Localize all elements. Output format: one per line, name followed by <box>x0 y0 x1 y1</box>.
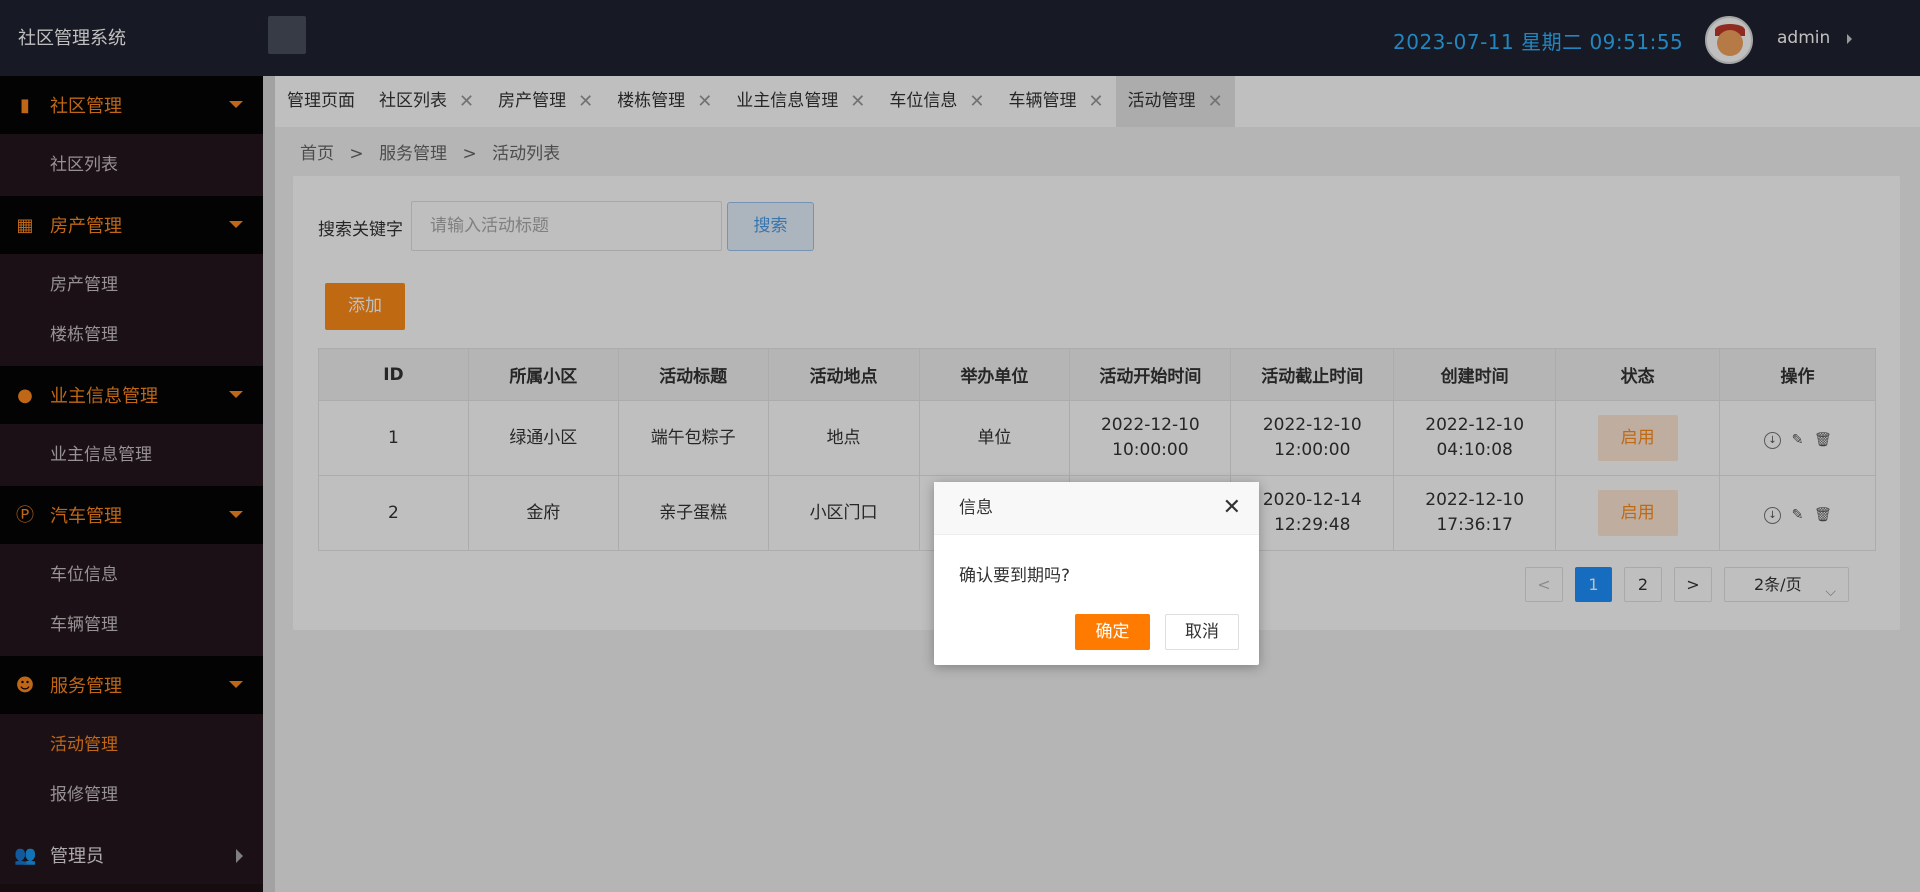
modal-overlay[interactable] <box>0 0 1920 892</box>
dialog-message: 确认要到期吗? <box>959 566 1071 586</box>
close-icon[interactable]: ✕ <box>1223 496 1241 520</box>
confirm-dialog: 信息 ✕ 确认要到期吗? 确定 取消 <box>934 482 1259 665</box>
dialog-header: 信息 ✕ <box>934 482 1259 535</box>
cancel-button[interactable]: 取消 <box>1165 614 1239 650</box>
dialog-title: 信息 <box>959 498 993 518</box>
confirm-button[interactable]: 确定 <box>1075 614 1150 650</box>
